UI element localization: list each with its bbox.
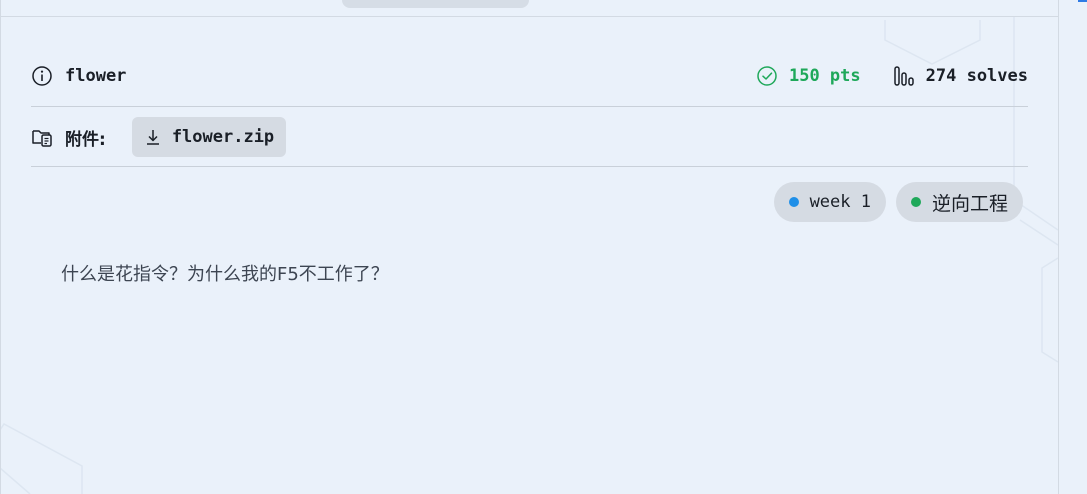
bar-chart-icon: [893, 65, 915, 87]
header-divider: [31, 106, 1028, 107]
left-border: [0, 0, 1, 494]
info-icon: [31, 65, 53, 87]
challenge-points: 150 pts: [756, 65, 861, 87]
download-attachment-button[interactable]: flower.zip: [131, 117, 287, 157]
tag-dot-green: [910, 197, 921, 207]
top-tab-pill[interactable]: [342, 0, 529, 8]
attachments-divider: [31, 166, 1028, 167]
attachment-file-name: flower.zip: [171, 127, 275, 147]
check-circle-icon: [756, 65, 778, 87]
tag-week[interactable]: week 1: [773, 182, 886, 222]
tag-label: 逆向工程: [931, 192, 1008, 215]
challenge-description: 什么是花指令？为什么我的F5不工作了？: [61, 264, 389, 285]
top-border: [0, 16, 1058, 17]
tag-category[interactable]: 逆向工程: [895, 182, 1023, 222]
challenge-page: flower 150 pts 274 solves 附件: flower.zip…: [0, 0, 1087, 494]
right-border: [1058, 0, 1059, 494]
scroll-accent: [1078, 0, 1087, 2]
challenge-solves: 274 solves: [893, 65, 1028, 87]
tag-list: week 1 逆向工程: [773, 182, 1023, 222]
folder-file-icon: [31, 126, 53, 148]
tag-label: week 1: [809, 192, 871, 212]
challenge-title: flower: [65, 66, 127, 86]
download-icon: [144, 128, 162, 146]
solves-value: 274 solves: [925, 66, 1028, 86]
tag-dot-blue: [788, 197, 799, 207]
attachments-row: 附件: flower.zip: [31, 117, 287, 157]
challenge-header: flower 150 pts 274 solves: [31, 56, 1028, 96]
attachments-label: 附件:: [65, 129, 106, 150]
points-value: 150 pts: [788, 66, 861, 86]
